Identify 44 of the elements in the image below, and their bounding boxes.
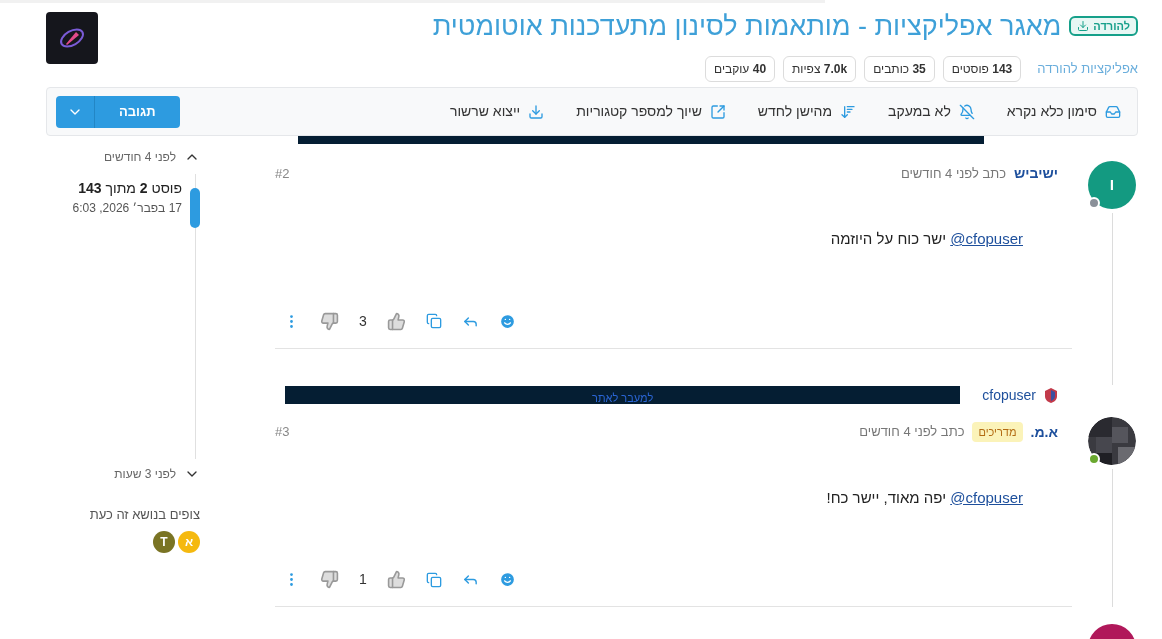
copy-icon[interactable] <box>425 571 442 588</box>
post-number[interactable]: #2 <box>275 163 290 184</box>
sort-icon <box>840 103 857 120</box>
shield-icon <box>1044 387 1058 403</box>
thumbs-down-icon[interactable] <box>320 311 339 331</box>
thumbs-up-icon[interactable] <box>386 570 406 589</box>
vote-count: 3 <box>359 311 367 331</box>
mention-link[interactable]: @cfopuser <box>950 488 1023 506</box>
inbox-icon <box>1105 103 1121 120</box>
copy-icon[interactable] <box>425 313 442 329</box>
mention-link[interactable]: @cfopuser <box>950 230 1023 247</box>
timeline-end[interactable]: לפני 3 שעות <box>114 465 176 483</box>
reply-button[interactable]: תגובה <box>56 95 180 128</box>
download-icon <box>1077 20 1090 32</box>
emoji-icon[interactable] <box>498 571 516 588</box>
user-avatar[interactable]: ו <box>1088 161 1136 209</box>
author-name[interactable]: א.מ. <box>1030 421 1058 443</box>
post-time[interactable]: כתב לפני 4 חודשים <box>859 422 965 442</box>
download-icon <box>528 103 545 120</box>
bell-off-icon <box>958 103 975 120</box>
timeline-start[interactable]: לפני 4 חודשים <box>103 148 176 166</box>
app-logo[interactable] <box>46 12 98 64</box>
post-number[interactable]: #3 <box>275 422 290 442</box>
emoji-icon[interactable] <box>498 312 516 330</box>
vote-count: 1 <box>359 570 367 589</box>
post-date: 17 בפבר׳ 2026, 6:03 <box>72 200 182 217</box>
thumbs-down-icon[interactable] <box>320 570 339 589</box>
viewers-title: צופים בנושא זה כעת <box>88 506 200 524</box>
role-badge: מדריכים <box>972 421 1023 443</box>
toolbar-button[interactable]: שיוך למספר קטגוריות <box>576 101 726 122</box>
toolbar-button[interactable]: ייצוא שרשור <box>449 101 545 122</box>
timeline-thumb[interactable] <box>190 188 200 229</box>
toolbar-button[interactable]: לא במעקב <box>888 101 975 122</box>
site-link[interactable]: למעבר לאתר <box>592 392 654 404</box>
toolbar-button[interactable]: מהישן לחדש <box>757 101 857 122</box>
timeline-track[interactable] <box>190 174 200 459</box>
external-link-icon <box>709 103 726 120</box>
viewer-avatar[interactable]: T <box>153 530 175 553</box>
post-time[interactable]: כתב לפני 4 חודשים <box>900 163 1007 184</box>
sponsor-name[interactable]: cfopuser <box>982 384 1036 406</box>
topic-title: מאגר אפליקציות - מותאמות לסינון מתעדכנות אוטומטית <box>432 10 1062 43</box>
thumbs-up-icon[interactable] <box>386 311 406 331</box>
author-name[interactable]: ישיביש <box>1014 163 1058 184</box>
toolbar-button[interactable]: סימון כלא נקרא <box>1006 101 1121 122</box>
